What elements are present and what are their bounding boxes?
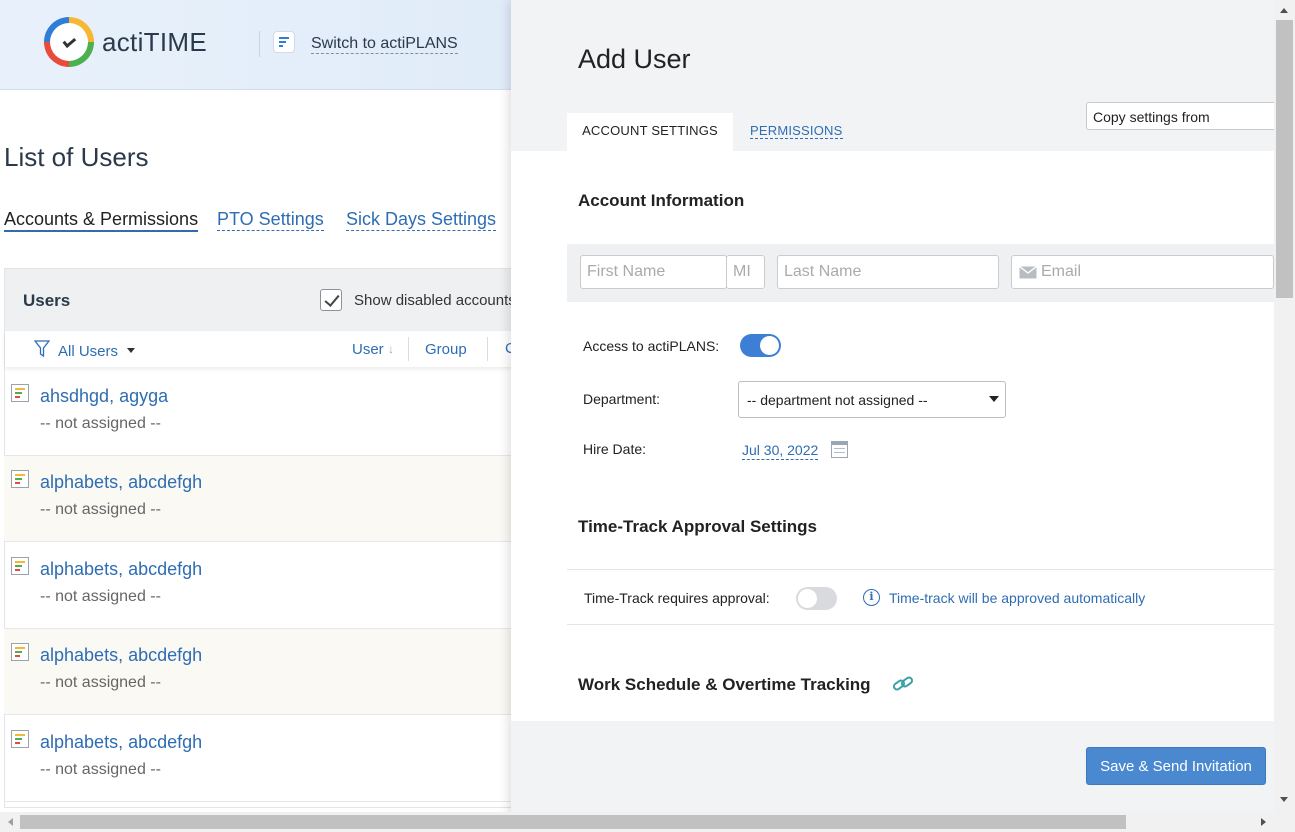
tab-sick-days-settings[interactable]: Sick Days Settings — [346, 208, 497, 231]
modal-title: Add User — [578, 44, 691, 74]
email-placeholder: Email — [1041, 263, 1082, 280]
middle-initial-input[interactable]: MI — [726, 255, 765, 289]
user-group: -- not assigned -- — [40, 501, 161, 518]
user-name-link[interactable]: alphabets, abcdefgh — [40, 732, 202, 753]
show-disabled-label[interactable]: Show disabled accounts — [354, 292, 516, 309]
access-actiplans-label: Access to actiPLANS: — [583, 338, 720, 354]
switch-to-actiplans-link[interactable]: Switch to actiPLANS — [311, 34, 458, 54]
show-disabled-checkbox[interactable] — [320, 289, 342, 311]
user-group: -- not assigned -- — [40, 761, 161, 778]
save-send-invitation-button[interactable]: Save & Send Invitation — [1086, 747, 1266, 785]
chevron-down-icon[interactable] — [989, 396, 999, 402]
actitime-logo-icon[interactable] — [44, 17, 94, 67]
user-row[interactable]: ahsdhgd, agyga -- not assigned -- — [4, 370, 524, 456]
user-name-link[interactable]: ahsdhgd, agyga — [40, 386, 168, 407]
sort-down-icon[interactable]: ↓ — [388, 342, 394, 356]
actiplans-icon[interactable] — [273, 31, 295, 53]
copy-settings-select[interactable]: Copy settings from — [1086, 102, 1286, 130]
divider — [567, 624, 1274, 625]
horizontal-scroll-thumb[interactable] — [20, 815, 1126, 829]
envelope-icon — [1019, 266, 1037, 279]
time-track-approval-toggle[interactable] — [796, 587, 837, 610]
user-name-link[interactable]: alphabets, abcdefgh — [40, 559, 202, 580]
calendar-icon[interactable] — [831, 441, 848, 458]
link-icon[interactable] — [892, 675, 914, 693]
access-actiplans-toggle[interactable] — [740, 334, 781, 357]
first-name-input[interactable]: First Name — [580, 255, 727, 289]
email-input[interactable]: Email — [1011, 255, 1274, 289]
user-row[interactable]: alphabets, abcdefgh -- not assigned -- — [4, 629, 524, 715]
user-chart-icon — [11, 384, 29, 402]
add-user-panel: Add User ACCOUNT SETTINGS PERMISSIONS Co… — [511, 0, 1295, 832]
user-chart-icon — [11, 470, 29, 488]
user-name-link[interactable]: alphabets, abcdefgh — [40, 472, 202, 493]
last-name-input[interactable]: Last Name — [777, 255, 999, 289]
name-fields-row: First Name MI Last Name Email — [567, 244, 1274, 302]
hire-date-label: Hire Date: — [583, 441, 647, 457]
divider — [567, 569, 1274, 570]
account-information-heading: Account Information — [578, 191, 745, 210]
time-track-requires-label: Time-Track requires approval: — [584, 590, 770, 606]
user-name-link[interactable]: alphabets, abcdefgh — [40, 645, 202, 666]
users-filter-row: All Users User ↓ Group C — [5, 331, 523, 367]
tab-accounts-permissions[interactable]: Accounts & Permissions — [4, 208, 199, 232]
brand-name[interactable]: actiTIME — [102, 27, 207, 58]
chevron-down-icon[interactable] — [127, 348, 135, 353]
users-panel-title: Users — [23, 291, 71, 310]
vertical-scroll-thumb[interactable] — [1276, 20, 1293, 298]
account-settings-body: Account Information First Name MI Last N… — [511, 151, 1274, 721]
tab-permissions[interactable]: PERMISSIONS — [750, 123, 843, 139]
scroll-down-arrow-icon[interactable] — [1280, 797, 1288, 802]
user-chart-icon — [11, 557, 29, 575]
users-panel-header: Users Show disabled accounts — [5, 269, 523, 331]
filter-icon[interactable] — [34, 340, 50, 358]
info-icon: i — [863, 589, 880, 606]
time-track-info-text: Time-track will be approved automaticall… — [889, 590, 1146, 606]
all-users-filter[interactable]: All Users — [58, 343, 118, 360]
tab-account-settings[interactable]: ACCOUNT SETTINGS — [567, 113, 733, 151]
work-schedule-heading: Work Schedule & Overtime Tracking — [578, 675, 871, 694]
scroll-left-arrow-icon[interactable] — [8, 818, 13, 826]
column-group[interactable]: Group — [425, 341, 467, 358]
department-label: Department: — [583, 391, 661, 407]
user-row[interactable]: alphabets, abcdefgh -- not assigned -- — [4, 456, 524, 542]
page-title: List of Users — [4, 142, 149, 172]
header-divider — [259, 31, 260, 57]
user-chart-icon — [11, 643, 29, 661]
column-divider — [408, 337, 409, 361]
user-row[interactable]: alphabets, abcdefgh -- not assigned -- — [4, 716, 524, 802]
user-group: -- not assigned -- — [40, 415, 161, 432]
user-group: -- not assigned -- — [40, 588, 161, 605]
column-divider — [487, 337, 488, 361]
scroll-right-arrow-icon[interactable] — [1261, 818, 1266, 826]
tab-pto-settings[interactable]: PTO Settings — [217, 208, 324, 231]
user-group: -- not assigned -- — [40, 674, 161, 691]
user-chart-icon — [11, 730, 29, 748]
user-row[interactable]: alphabets, abcdefgh -- not assigned -- — [4, 543, 524, 629]
scroll-up-arrow-icon[interactable] — [1280, 8, 1288, 13]
column-user[interactable]: User — [352, 341, 384, 358]
time-track-approval-heading: Time-Track Approval Settings — [578, 517, 818, 536]
department-select[interactable]: -- department not assigned -- — [738, 381, 1006, 418]
hire-date-picker[interactable]: Jul 30, 2022 — [742, 442, 819, 460]
